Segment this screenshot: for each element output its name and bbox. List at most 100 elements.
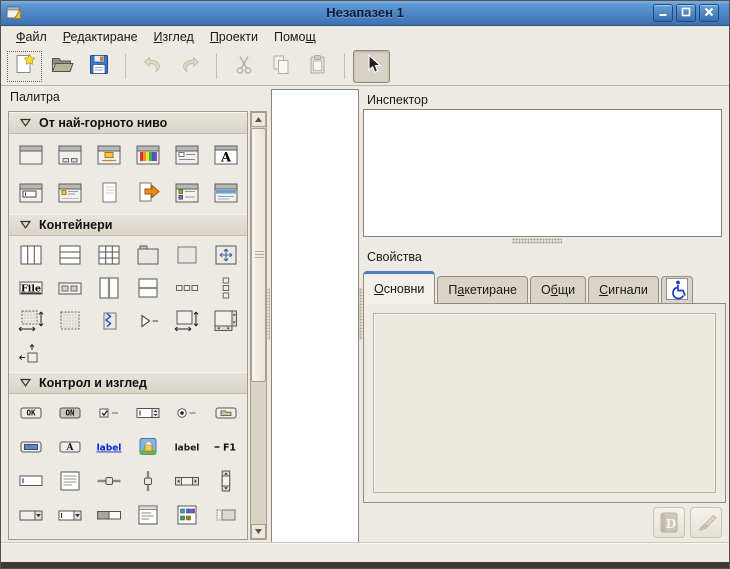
properties-title: Свойства xyxy=(367,250,422,264)
tree-view-palette-item[interactable] xyxy=(128,498,167,532)
inspector-resize-handle[interactable] xyxy=(512,238,562,244)
vertical-scale-palette-item[interactable] xyxy=(128,464,167,498)
text-view-palette-item[interactable] xyxy=(50,464,89,498)
recent-chooser-dialog-palette-item[interactable] xyxy=(167,174,206,212)
pane-resize-handle-left[interactable] xyxy=(265,288,270,340)
tab-accessibility[interactable] xyxy=(661,276,693,303)
file-chooser-button-palette-item[interactable] xyxy=(206,396,245,430)
menu-bar-palette-item[interactable]: File xyxy=(11,271,50,304)
undo-tool-button[interactable] xyxy=(134,50,171,83)
save-tool-button[interactable] xyxy=(80,50,117,83)
image-palette-item[interactable] xyxy=(128,430,167,464)
menu-view[interactable]: Изглед xyxy=(146,27,202,47)
redo-tool-button[interactable] xyxy=(171,50,208,83)
open-tool-button[interactable] xyxy=(43,50,80,83)
horizontal-button-box-palette-item[interactable] xyxy=(167,271,206,304)
about-dialog-palette-item[interactable] xyxy=(89,174,128,212)
menu-file[interactable]: Файл xyxy=(8,27,55,47)
input-dialog-palette-item[interactable] xyxy=(11,174,50,212)
progress-bar-palette-item[interactable] xyxy=(89,498,128,532)
palette-section-header-1[interactable]: От най-горното ниво xyxy=(9,112,247,134)
tab-common[interactable]: Общи xyxy=(530,276,586,303)
file-chooser-widget-palette-item[interactable] xyxy=(128,174,167,212)
documentation-button[interactable]: D xyxy=(653,507,685,538)
expander-palette-item[interactable] xyxy=(128,304,167,337)
palette-section-title: Контрол и изглед xyxy=(39,376,147,390)
horizontal-scrollbar-palette-item[interactable] xyxy=(167,464,206,498)
horizontal-panes-palette-item[interactable] xyxy=(89,271,128,304)
horizontal-scale-palette-item[interactable] xyxy=(89,464,128,498)
toolbar-palette-item[interactable] xyxy=(50,271,89,304)
label-palette-item[interactable]: label xyxy=(167,430,206,464)
reset-properties-button[interactable] xyxy=(690,507,722,538)
color-button-palette-item[interactable] xyxy=(11,430,50,464)
link-button-palette-item[interactable]: label xyxy=(89,430,128,464)
minimize-icon xyxy=(657,6,669,21)
scrollbar-thumb[interactable] xyxy=(251,128,266,382)
combo-box-palette-item[interactable] xyxy=(11,498,50,532)
scroll-up-button[interactable] xyxy=(251,112,266,127)
vertical-scrollbar-palette-item[interactable] xyxy=(206,464,245,498)
inspector-tree[interactable] xyxy=(363,109,722,237)
tab-signals[interactable]: Сигнали xyxy=(588,276,659,303)
color-selection-dialog-palette-item[interactable] xyxy=(128,136,167,174)
title-bar[interactable]: Незапазен 1 xyxy=(0,0,730,26)
menu-help[interactable]: Помощ xyxy=(266,27,324,47)
copy-tool-button[interactable] xyxy=(262,50,299,83)
menu-projects[interactable]: Проекти xyxy=(202,27,266,47)
svg-text:A: A xyxy=(219,151,231,166)
menu-edit[interactable]: Редактиране xyxy=(55,27,146,47)
minimize-button[interactable] xyxy=(653,4,673,22)
font-button-palette-item[interactable]: A xyxy=(50,430,89,464)
selector-tool-button[interactable] xyxy=(353,50,390,83)
frame-palette-item[interactable] xyxy=(167,238,206,271)
fixed-palette-item[interactable] xyxy=(206,238,245,271)
assistant-palette-item[interactable] xyxy=(206,174,245,212)
alignment-palette-item[interactable] xyxy=(11,337,50,370)
maximize-button[interactable] xyxy=(676,4,696,22)
vertical-separator-palette-item[interactable] xyxy=(89,532,128,540)
window-palette-item[interactable] xyxy=(11,136,50,174)
vertical-panes-palette-item[interactable] xyxy=(128,271,167,304)
scrolled-window-palette-item[interactable] xyxy=(167,304,206,337)
check-button-palette-item[interactable] xyxy=(89,396,128,430)
statusbar-palette-item[interactable] xyxy=(50,532,89,540)
font-selection-dialog-palette-item[interactable]: A xyxy=(206,136,245,174)
palette: От най-горното ниво A Контейнери File Контро… xyxy=(8,111,248,540)
icon-view-palette-item[interactable] xyxy=(167,498,206,532)
accel-label-palette-item[interactable]: F1 xyxy=(206,430,245,464)
scroll-down-button[interactable] xyxy=(251,524,266,539)
horizontal-separator-palette-item[interactable] xyxy=(11,532,50,540)
close-button[interactable] xyxy=(699,4,719,22)
notebook-palette-item[interactable] xyxy=(128,238,167,271)
palette-section-header-3[interactable]: Контрол и изглед xyxy=(9,372,247,394)
text-entry-palette-item[interactable] xyxy=(11,464,50,498)
spin-button-palette-item[interactable] xyxy=(128,396,167,430)
handle-box-palette-item[interactable] xyxy=(89,304,128,337)
cell-view-palette-item[interactable] xyxy=(206,498,245,532)
toggle-button-palette-item[interactable]: ON xyxy=(50,396,89,430)
dialog-palette-item[interactable] xyxy=(50,136,89,174)
tab-general[interactable]: Основни xyxy=(363,271,435,304)
message-dialog-palette-item[interactable] xyxy=(89,136,128,174)
button-palette-item[interactable]: OK xyxy=(11,396,50,430)
drawing-area-palette-item[interactable] xyxy=(50,304,89,337)
horizontal-box-palette-item[interactable] xyxy=(11,238,50,271)
paste-tool-button[interactable] xyxy=(299,50,336,83)
table-palette-item[interactable] xyxy=(89,238,128,271)
vertical-button-box-palette-item[interactable] xyxy=(206,271,245,304)
new-tool-button[interactable] xyxy=(6,50,43,83)
info-dialog-palette-item[interactable] xyxy=(50,174,89,212)
combo-box-entry-palette-item[interactable] xyxy=(50,498,89,532)
design-canvas[interactable] xyxy=(271,89,359,548)
cut-tool-button[interactable] xyxy=(225,50,262,83)
vertical-box-palette-item[interactable] xyxy=(50,238,89,271)
maximize-icon xyxy=(680,6,692,21)
viewport-palette-item[interactable] xyxy=(206,304,245,337)
file-chooser-dialog-palette-item[interactable] xyxy=(167,136,206,174)
tab-packing[interactable]: Пакетиране xyxy=(437,276,528,303)
layout-palette-item[interactable] xyxy=(11,304,50,337)
radio-button-palette-item[interactable] xyxy=(167,396,206,430)
svg-text:label: label xyxy=(96,444,121,454)
palette-section-header-2[interactable]: Контейнери xyxy=(9,214,247,236)
